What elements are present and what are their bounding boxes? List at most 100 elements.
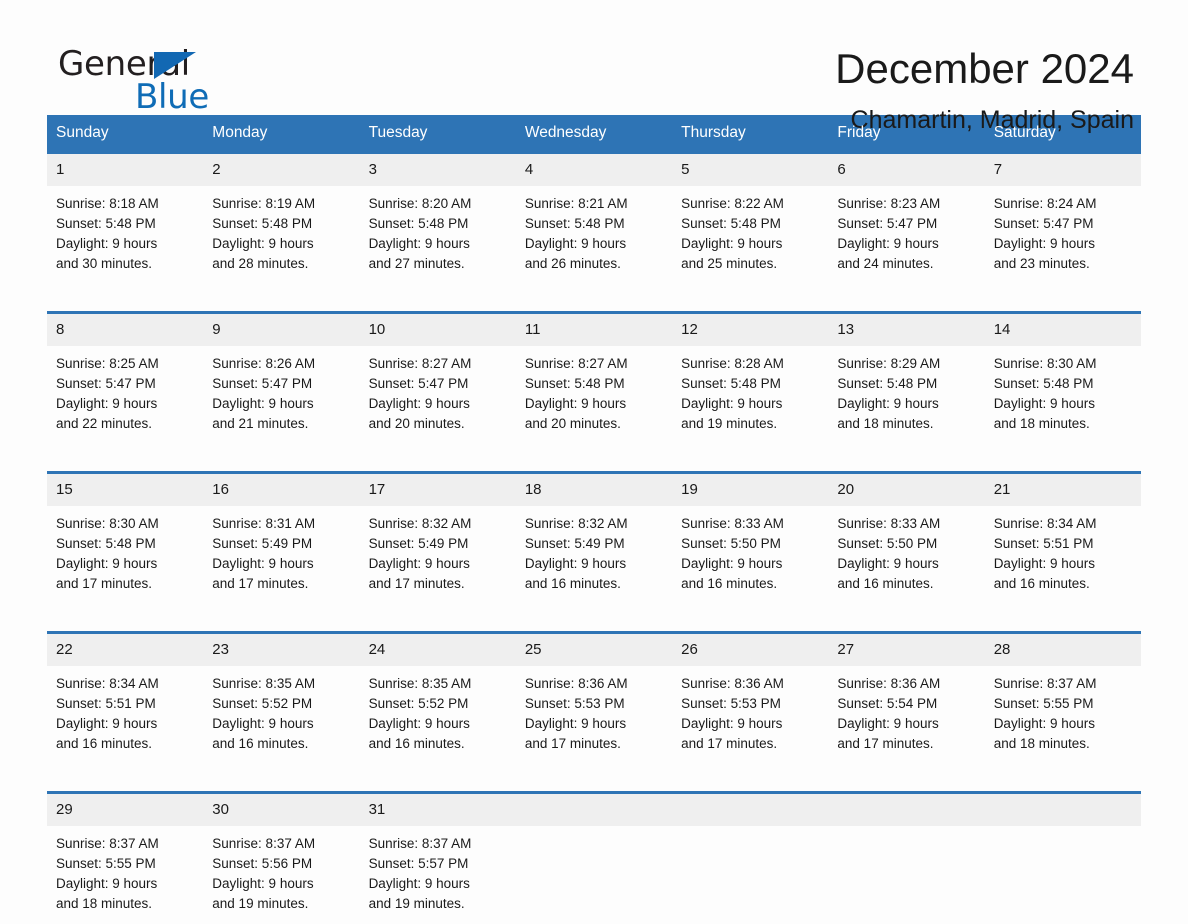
week-spacer-row xyxy=(47,284,1141,313)
day-details: Sunrise: 8:18 AMSunset: 5:48 PMDaylight:… xyxy=(47,186,203,284)
day-number: 12 xyxy=(672,314,828,346)
daylight-duration-line2: and 20 minutes. xyxy=(525,414,663,434)
calendar-day-cell[interactable]: 8Sunrise: 8:25 AMSunset: 5:47 PMDaylight… xyxy=(47,313,203,445)
daylight-duration-line2: and 27 minutes. xyxy=(369,254,507,274)
daylight-duration-line1: Daylight: 9 hours xyxy=(525,714,663,734)
calendar-day-cell[interactable]: 26Sunrise: 8:36 AMSunset: 5:53 PMDayligh… xyxy=(672,633,828,765)
day-details: Sunrise: 8:27 AMSunset: 5:47 PMDaylight:… xyxy=(360,346,516,444)
calendar-day-cell[interactable]: 29Sunrise: 8:37 AMSunset: 5:55 PMDayligh… xyxy=(47,793,203,924)
sunrise-time: Sunrise: 8:36 AM xyxy=(681,674,819,694)
calendar-day-cell[interactable]: 13Sunrise: 8:29 AMSunset: 5:48 PMDayligh… xyxy=(828,313,984,445)
day-number: 25 xyxy=(516,634,672,666)
day-number: 28 xyxy=(985,634,1141,666)
day-details: Sunrise: 8:37 AMSunset: 5:55 PMDaylight:… xyxy=(47,826,203,924)
daylight-duration-line2: and 16 minutes. xyxy=(681,574,819,594)
day-details: Sunrise: 8:25 AMSunset: 5:47 PMDaylight:… xyxy=(47,346,203,444)
calendar-week-row: 8Sunrise: 8:25 AMSunset: 5:47 PMDaylight… xyxy=(47,313,1141,445)
daylight-duration-line1: Daylight: 9 hours xyxy=(369,874,507,894)
sunset-time: Sunset: 5:47 PM xyxy=(837,214,975,234)
calendar-day-cell[interactable]: 9Sunrise: 8:26 AMSunset: 5:47 PMDaylight… xyxy=(203,313,359,445)
calendar-day-cell[interactable]: 15Sunrise: 8:30 AMSunset: 5:48 PMDayligh… xyxy=(47,473,203,605)
day-details: Sunrise: 8:31 AMSunset: 5:49 PMDaylight:… xyxy=(203,506,359,604)
day-details: Sunrise: 8:29 AMSunset: 5:48 PMDaylight:… xyxy=(828,346,984,444)
daylight-duration-line1: Daylight: 9 hours xyxy=(212,394,350,414)
calendar-day-cell[interactable]: 22Sunrise: 8:34 AMSunset: 5:51 PMDayligh… xyxy=(47,633,203,765)
sunrise-time: Sunrise: 8:27 AM xyxy=(525,354,663,374)
daylight-duration-line1: Daylight: 9 hours xyxy=(525,234,663,254)
daylight-duration-line1: Daylight: 9 hours xyxy=(994,234,1132,254)
day-number: 27 xyxy=(828,634,984,666)
calendar-day-cell[interactable]: 6Sunrise: 8:23 AMSunset: 5:47 PMDaylight… xyxy=(828,153,984,285)
title-block: December 2024 Chamartin, Madrid, Spain xyxy=(835,44,1141,137)
day-number xyxy=(828,794,984,826)
calendar-day-cell[interactable]: 20Sunrise: 8:33 AMSunset: 5:50 PMDayligh… xyxy=(828,473,984,605)
sunset-time: Sunset: 5:48 PM xyxy=(681,214,819,234)
day-details: Sunrise: 8:30 AMSunset: 5:48 PMDaylight:… xyxy=(985,346,1141,444)
calendar-day-cell[interactable]: 17Sunrise: 8:32 AMSunset: 5:49 PMDayligh… xyxy=(360,473,516,605)
daylight-duration-line2: and 19 minutes. xyxy=(369,894,507,914)
calendar-day-cell[interactable]: 16Sunrise: 8:31 AMSunset: 5:49 PMDayligh… xyxy=(203,473,359,605)
calendar-day-cell[interactable]: 7Sunrise: 8:24 AMSunset: 5:47 PMDaylight… xyxy=(985,153,1141,285)
daylight-duration-line1: Daylight: 9 hours xyxy=(681,394,819,414)
daylight-duration-line1: Daylight: 9 hours xyxy=(837,714,975,734)
calendar-day-cell[interactable]: 14Sunrise: 8:30 AMSunset: 5:48 PMDayligh… xyxy=(985,313,1141,445)
calendar-day-cell[interactable]: 27Sunrise: 8:36 AMSunset: 5:54 PMDayligh… xyxy=(828,633,984,765)
daylight-duration-line2: and 16 minutes. xyxy=(837,574,975,594)
week-spacer xyxy=(47,764,1141,793)
calendar-day-cell[interactable]: 4Sunrise: 8:21 AMSunset: 5:48 PMDaylight… xyxy=(516,153,672,285)
sunrise-time: Sunrise: 8:20 AM xyxy=(369,194,507,214)
calendar-day-cell[interactable]: 25Sunrise: 8:36 AMSunset: 5:53 PMDayligh… xyxy=(516,633,672,765)
sunset-time: Sunset: 5:49 PM xyxy=(525,534,663,554)
sunset-time: Sunset: 5:48 PM xyxy=(525,374,663,394)
weekday-header-tuesday: Tuesday xyxy=(360,115,516,153)
sunset-time: Sunset: 5:48 PM xyxy=(369,214,507,234)
calendar-day-cell[interactable]: 24Sunrise: 8:35 AMSunset: 5:52 PMDayligh… xyxy=(360,633,516,765)
daylight-duration-line1: Daylight: 9 hours xyxy=(369,394,507,414)
sunrise-time: Sunrise: 8:30 AM xyxy=(56,514,194,534)
day-number: 19 xyxy=(672,474,828,506)
calendar-day-cell[interactable]: 1Sunrise: 8:18 AMSunset: 5:48 PMDaylight… xyxy=(47,153,203,285)
daylight-duration-line2: and 25 minutes. xyxy=(681,254,819,274)
day-number: 10 xyxy=(360,314,516,346)
day-details xyxy=(672,826,828,844)
sunset-time: Sunset: 5:48 PM xyxy=(525,214,663,234)
calendar-week-row: 1Sunrise: 8:18 AMSunset: 5:48 PMDaylight… xyxy=(47,153,1141,285)
calendar-day-cell[interactable]: 10Sunrise: 8:27 AMSunset: 5:47 PMDayligh… xyxy=(360,313,516,445)
sunrise-time: Sunrise: 8:31 AM xyxy=(212,514,350,534)
calendar-day-cell[interactable]: 30Sunrise: 8:37 AMSunset: 5:56 PMDayligh… xyxy=(203,793,359,924)
sunrise-time: Sunrise: 8:26 AM xyxy=(212,354,350,374)
calendar-day-cell[interactable]: 31Sunrise: 8:37 AMSunset: 5:57 PMDayligh… xyxy=(360,793,516,924)
day-details: Sunrise: 8:32 AMSunset: 5:49 PMDaylight:… xyxy=(516,506,672,604)
sunset-time: Sunset: 5:56 PM xyxy=(212,854,350,874)
calendar-day-cell[interactable]: 2Sunrise: 8:19 AMSunset: 5:48 PMDaylight… xyxy=(203,153,359,285)
daylight-duration-line2: and 16 minutes. xyxy=(369,734,507,754)
sunrise-time: Sunrise: 8:36 AM xyxy=(837,674,975,694)
sunrise-time: Sunrise: 8:35 AM xyxy=(369,674,507,694)
calendar-day-cell[interactable]: 5Sunrise: 8:22 AMSunset: 5:48 PMDaylight… xyxy=(672,153,828,285)
calendar-day-cell[interactable]: 3Sunrise: 8:20 AMSunset: 5:48 PMDaylight… xyxy=(360,153,516,285)
day-details: Sunrise: 8:30 AMSunset: 5:48 PMDaylight:… xyxy=(47,506,203,604)
calendar-day-cell[interactable]: 12Sunrise: 8:28 AMSunset: 5:48 PMDayligh… xyxy=(672,313,828,445)
calendar-day-cell[interactable]: 18Sunrise: 8:32 AMSunset: 5:49 PMDayligh… xyxy=(516,473,672,605)
day-number xyxy=(516,794,672,826)
daylight-duration-line2: and 28 minutes. xyxy=(212,254,350,274)
calendar-day-cell[interactable]: 23Sunrise: 8:35 AMSunset: 5:52 PMDayligh… xyxy=(203,633,359,765)
daylight-duration-line2: and 22 minutes. xyxy=(56,414,194,434)
day-details: Sunrise: 8:34 AMSunset: 5:51 PMDaylight:… xyxy=(47,666,203,764)
calendar-day-cell[interactable]: 28Sunrise: 8:37 AMSunset: 5:55 PMDayligh… xyxy=(985,633,1141,765)
calendar-day-cell[interactable]: 21Sunrise: 8:34 AMSunset: 5:51 PMDayligh… xyxy=(985,473,1141,605)
daylight-duration-line1: Daylight: 9 hours xyxy=(837,394,975,414)
sunrise-time: Sunrise: 8:37 AM xyxy=(212,834,350,854)
sunset-time: Sunset: 5:51 PM xyxy=(56,694,194,714)
sunset-time: Sunset: 5:48 PM xyxy=(212,214,350,234)
day-details: Sunrise: 8:36 AMSunset: 5:53 PMDaylight:… xyxy=(672,666,828,764)
day-number: 4 xyxy=(516,154,672,186)
day-number: 2 xyxy=(203,154,359,186)
calendar-day-cell xyxy=(672,793,828,924)
calendar-day-cell[interactable]: 19Sunrise: 8:33 AMSunset: 5:50 PMDayligh… xyxy=(672,473,828,605)
calendar-day-cell xyxy=(828,793,984,924)
calendar-day-cell[interactable]: 11Sunrise: 8:27 AMSunset: 5:48 PMDayligh… xyxy=(516,313,672,445)
day-number: 26 xyxy=(672,634,828,666)
daylight-duration-line1: Daylight: 9 hours xyxy=(56,394,194,414)
sunrise-time: Sunrise: 8:27 AM xyxy=(369,354,507,374)
